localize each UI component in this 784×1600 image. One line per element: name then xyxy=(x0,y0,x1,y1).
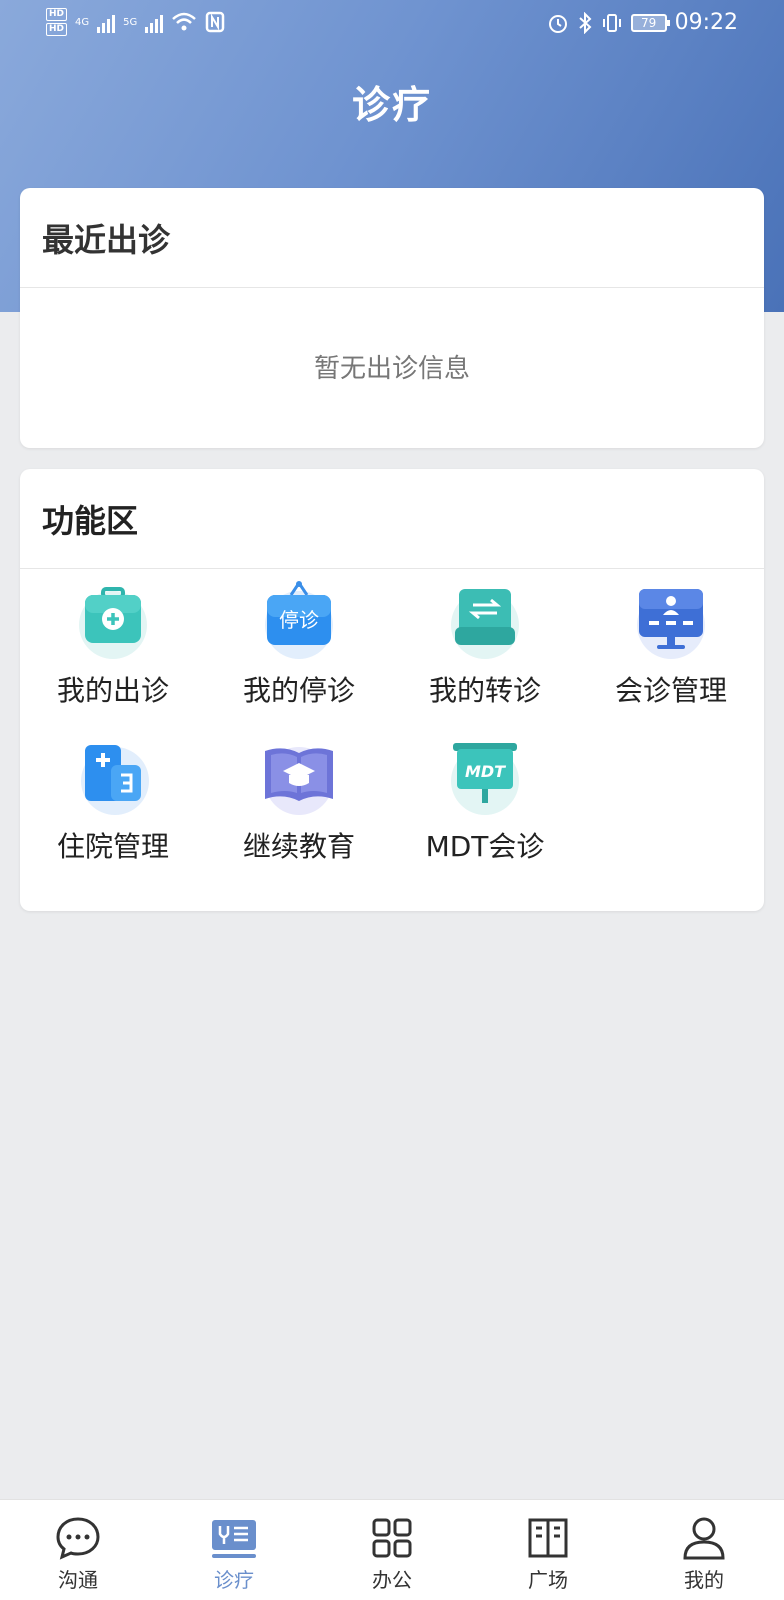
stop-clinic-icon: 停诊 xyxy=(265,581,333,659)
mdt-board-icon: MDT xyxy=(451,743,519,815)
page-title: 诊疗 xyxy=(351,83,432,127)
tab-mine[interactable]: 我的 xyxy=(644,1514,764,1593)
alarm-icon xyxy=(548,14,567,33)
chat-icon xyxy=(56,1517,100,1560)
function-area-card: 功能区 我的出诊 停诊 我的停诊 我的转诊 会诊管理 住院管理 继续教育 MDT… xyxy=(20,469,764,911)
function-my-clinic[interactable]: 我的出诊 xyxy=(20,579,206,709)
function-consultation-management[interactable]: 会诊管理 xyxy=(578,579,764,709)
user-icon xyxy=(683,1517,725,1560)
grid-icon xyxy=(372,1518,412,1558)
function-mdt-consultation[interactable]: MDT MDT会诊 xyxy=(392,735,578,865)
nfc-icon xyxy=(206,11,225,33)
network-type: 5G xyxy=(123,16,138,28)
bottom-tab-bar: 沟通 诊疗 办公 广场 我的 xyxy=(0,1499,784,1600)
recent-clinic-title: 最近出诊 xyxy=(20,188,764,288)
signal-icon xyxy=(97,11,116,33)
hospital-icon xyxy=(81,745,149,815)
vibrate-icon xyxy=(602,13,621,32)
empty-state-text: 暂无出诊信息 xyxy=(313,354,470,384)
function-label: 我的转诊 xyxy=(428,674,541,707)
medical-kit-icon xyxy=(79,587,147,659)
education-book-icon xyxy=(265,747,333,815)
function-label: MDT会诊 xyxy=(425,830,545,863)
wifi-icon xyxy=(172,12,197,31)
bluetooth-icon xyxy=(578,11,592,34)
consultation-icon xyxy=(637,589,705,659)
hd-badge: HD xyxy=(46,23,68,36)
tab-label: 沟通 xyxy=(58,1568,98,1592)
mdt-badge-text: MDT xyxy=(465,762,506,781)
recent-clinic-card: 最近出诊 暂无出诊信息 xyxy=(20,188,764,448)
status-right: 79 09:22 xyxy=(547,10,738,35)
hd-badge: HD xyxy=(46,8,68,21)
hd-indicators: HD HD xyxy=(46,8,68,36)
signal-icon xyxy=(145,11,164,33)
function-label: 我的出诊 xyxy=(56,674,169,707)
function-label: 我的停诊 xyxy=(242,674,355,707)
tab-label: 诊疗 xyxy=(214,1568,254,1592)
function-label: 住院管理 xyxy=(56,830,169,863)
tab-label: 我的 xyxy=(684,1568,724,1592)
function-label: 会诊管理 xyxy=(614,674,727,707)
tab-clinic[interactable]: 诊疗 xyxy=(174,1514,294,1593)
clock: 09:22 xyxy=(674,10,738,35)
clinic-icon xyxy=(212,1520,256,1558)
network-type: 4G xyxy=(75,16,90,28)
tab-office[interactable]: 办公 xyxy=(332,1514,452,1593)
function-continuing-education[interactable]: 继续教育 xyxy=(206,735,392,865)
battery-indicator: 79 xyxy=(630,13,670,32)
tab-communication[interactable]: 沟通 xyxy=(18,1514,138,1593)
tab-label: 广场 xyxy=(528,1568,568,1592)
function-my-suspension[interactable]: 停诊 我的停诊 xyxy=(206,579,392,709)
tab-label: 办公 xyxy=(372,1568,412,1592)
book-icon xyxy=(528,1518,568,1558)
function-my-referral[interactable]: 我的转诊 xyxy=(392,579,578,709)
stop-clinic-badge-text: 停诊 xyxy=(279,608,319,632)
tab-square[interactable]: 广场 xyxy=(488,1514,608,1593)
referral-icon xyxy=(451,589,519,659)
function-inpatient-management[interactable]: 住院管理 xyxy=(20,735,206,865)
status-bar: HD HD 4G 5G 79 09:22 xyxy=(0,0,784,50)
status-left: HD HD 4G 5G xyxy=(46,8,225,36)
function-area-title: 功能区 xyxy=(20,469,764,569)
function-label: 继续教育 xyxy=(242,830,355,863)
